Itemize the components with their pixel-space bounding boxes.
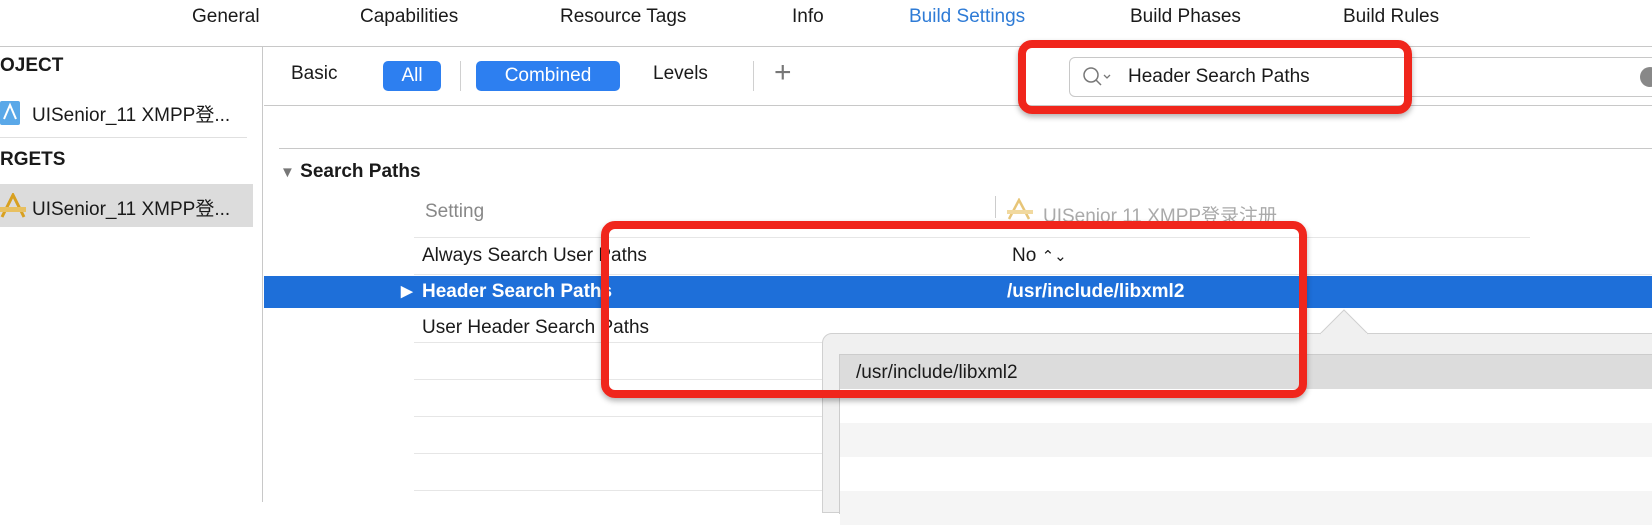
tab-build-phases[interactable]: Build Phases xyxy=(1130,6,1241,28)
project-file-icon xyxy=(0,99,26,125)
divider xyxy=(414,416,822,417)
disclosure-triangle-icon[interactable]: ▼ xyxy=(280,164,295,181)
tab-resource-tags[interactable]: Resource Tags xyxy=(560,6,686,28)
annotation-box-setting xyxy=(601,221,1307,398)
popover-arrow xyxy=(1320,309,1369,335)
sidebar-item-target[interactable]: UISenior_11 XMPP登... xyxy=(0,184,253,227)
disclosure-triangle-icon[interactable]: ▶ xyxy=(401,282,413,300)
tab-info[interactable]: Info xyxy=(792,6,824,28)
all-button[interactable]: All xyxy=(383,61,441,91)
sidebar-item-project[interactable]: UISenior_11 XMPP登... xyxy=(32,100,230,127)
combined-button[interactable]: Combined xyxy=(476,61,620,91)
divider xyxy=(279,148,1652,149)
list-item-empty xyxy=(840,423,1652,457)
tab-capabilities[interactable]: Capabilities xyxy=(360,6,458,28)
app-target-icon xyxy=(0,191,26,225)
levels-button[interactable]: Levels xyxy=(653,63,708,85)
basic-button[interactable]: Basic xyxy=(291,63,337,85)
divider xyxy=(414,453,822,454)
add-button[interactable]: + xyxy=(774,56,792,90)
divider xyxy=(0,137,247,138)
project-header: OJECT xyxy=(0,55,64,76)
divider xyxy=(414,490,822,491)
section-title: Search Paths xyxy=(300,161,421,182)
divider xyxy=(753,61,754,91)
divider xyxy=(264,105,1652,106)
tab-general[interactable]: General xyxy=(192,6,260,28)
annotation-box-search xyxy=(1018,40,1412,114)
target-label: UISenior_11 XMPP登... xyxy=(32,199,231,220)
sidebar: OJECT UISenior_11 XMPP登... RGETS UISenio… xyxy=(0,47,263,502)
list-item-empty xyxy=(840,491,1652,525)
column-divider xyxy=(995,196,996,218)
divider xyxy=(460,61,461,91)
tab-build-settings[interactable]: Build Settings xyxy=(909,6,1025,28)
tab-build-rules[interactable]: Build Rules xyxy=(1343,6,1439,28)
column-header-setting: Setting xyxy=(425,201,485,222)
setting-name: Header Search Paths xyxy=(422,281,613,302)
targets-header: RGETS xyxy=(0,149,66,170)
section-search-paths[interactable]: ▼ Search Paths xyxy=(280,161,421,183)
